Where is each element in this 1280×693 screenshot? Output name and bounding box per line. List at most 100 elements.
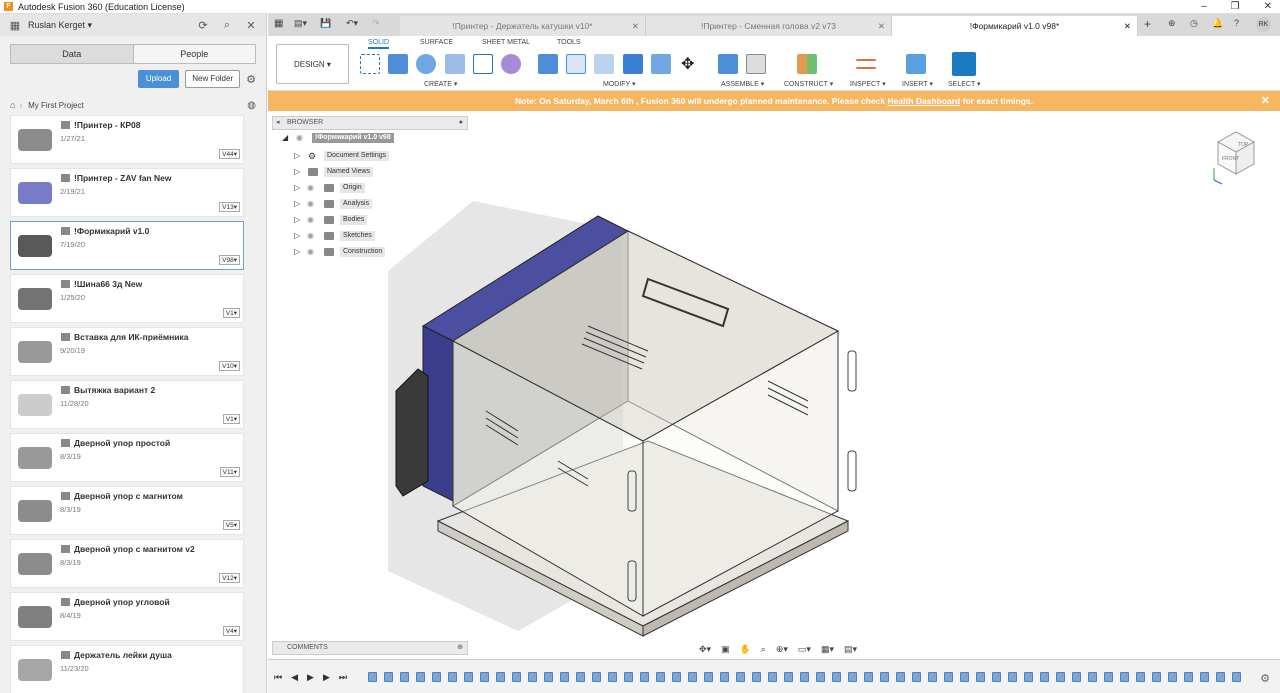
form-icon[interactable]: [501, 54, 521, 74]
timeline-feature-icon[interactable]: [1008, 672, 1017, 682]
list-item[interactable]: Дверной упор простой 8/3/19 V11▾: [10, 433, 244, 482]
timeline-feature-icon[interactable]: [400, 672, 409, 682]
timeline-feature-icon[interactable]: [1184, 672, 1193, 682]
new-folder-button[interactable]: New Folder: [185, 70, 241, 88]
tab-tools[interactable]: TOOLS: [557, 39, 581, 46]
inspect-menu[interactable]: INSPECT ▾: [850, 80, 886, 88]
health-dashboard-link[interactable]: Health Dashboard: [888, 96, 961, 106]
list-item[interactable]: Дверной упор угловой 8/4/19 V4▾: [10, 592, 244, 641]
timeline-feature-icon[interactable]: [640, 672, 649, 682]
expand-arrow-icon[interactable]: ▷: [294, 212, 300, 228]
timeline-feature-icon[interactable]: [560, 672, 569, 682]
expand-arrow-icon[interactable]: ▷: [294, 228, 300, 244]
timeline-feature-icon[interactable]: [448, 672, 457, 682]
grid-menu-icon[interactable]: ▦: [8, 19, 22, 32]
timeline-next-icon[interactable]: ▶: [323, 672, 330, 683]
list-item[interactable]: !Формикарий v1.0 7/19/20 V98▾: [10, 221, 244, 270]
version-badge[interactable]: V1▾: [222, 308, 240, 318]
timeline-feature-icon[interactable]: [976, 672, 985, 682]
extrude-icon[interactable]: [388, 54, 408, 74]
timeline-feature-icon[interactable]: [1104, 672, 1113, 682]
expand-arrow-icon[interactable]: ▷: [294, 196, 300, 212]
doc-tab-1[interactable]: !Принтер - Держатель катушки v10* ✕: [400, 16, 646, 36]
refresh-icon[interactable]: ⟳: [196, 19, 210, 32]
insert-image-icon[interactable]: [906, 54, 926, 74]
eye-icon[interactable]: ◉: [307, 228, 314, 244]
tree-node[interactable]: ▷ ◉ Origin: [272, 180, 468, 196]
timeline-feature-icon[interactable]: [1088, 672, 1097, 682]
avatar[interactable]: RK: [1256, 17, 1271, 32]
timeline-feature-icon[interactable]: [1136, 672, 1145, 682]
pin-icon[interactable]: ●: [459, 117, 463, 129]
help-icon[interactable]: ?: [1234, 18, 1239, 28]
timeline-feature-icon[interactable]: [432, 672, 441, 682]
new-component-icon[interactable]: [718, 54, 738, 74]
timeline-feature-icon[interactable]: [800, 672, 809, 682]
look-at-icon[interactable]: ▣: [718, 644, 733, 655]
close-tab-icon[interactable]: ✕: [632, 16, 639, 36]
minimize-button[interactable]: –: [1201, 0, 1207, 14]
list-item[interactable]: Дверной упор с магнитом v2 8/3/19 V12▾: [10, 539, 244, 588]
combine-icon[interactable]: [623, 54, 643, 74]
create-menu[interactable]: CREATE ▾: [424, 80, 457, 88]
upload-button[interactable]: Upload: [137, 70, 180, 88]
viewports-icon[interactable]: ▤▾: [841, 644, 860, 655]
tree-root[interactable]: ◢ ◉ !Формикарий v1.0 v98: [272, 130, 468, 148]
construct-menu[interactable]: CONSTRUCT ▾: [784, 80, 833, 88]
expand-arrow-icon[interactable]: ▷: [294, 148, 300, 164]
pan-icon[interactable]: ✋: [737, 644, 754, 655]
timeline-feature-icon[interactable]: [592, 672, 601, 682]
tab-surface[interactable]: SURFACE: [420, 39, 453, 46]
timeline-feature-icon[interactable]: [512, 672, 521, 682]
timeline-feature-icon[interactable]: [672, 672, 681, 682]
add-comment-icon[interactable]: ⊕: [457, 642, 463, 654]
home-icon[interactable]: ⌂: [10, 100, 15, 110]
tab-data[interactable]: Data: [11, 45, 133, 63]
move-icon[interactable]: ✥: [681, 54, 694, 74]
tree-node[interactable]: ▷ ◉ Sketches: [272, 228, 468, 244]
timeline-feature-icon[interactable]: [416, 672, 425, 682]
version-badge[interactable]: V98▾: [219, 255, 240, 265]
timeline-feature-icon[interactable]: [1232, 672, 1241, 682]
joint-icon[interactable]: [746, 54, 766, 74]
list-item[interactable]: Вытяжка вариант 2 11/28/20 V1▾: [10, 380, 244, 429]
timeline-feature-icon[interactable]: [656, 672, 665, 682]
timeline-feature-icon[interactable]: [944, 672, 953, 682]
timeline-feature-icon[interactable]: [816, 672, 825, 682]
eye-icon[interactable]: ◉: [307, 212, 314, 228]
tab-people[interactable]: People: [132, 45, 255, 63]
timeline-feature-icon[interactable]: [1168, 672, 1177, 682]
globe-icon[interactable]: ◍: [247, 100, 256, 111]
timeline-feature-icon[interactable]: [832, 672, 841, 682]
close-tab-icon[interactable]: ✕: [878, 16, 885, 36]
tree-node[interactable]: ▷ ◉ Analysis: [272, 196, 468, 212]
timeline-feature-icon[interactable]: [864, 672, 873, 682]
timeline-feature-icon[interactable]: [528, 672, 537, 682]
insert-menu[interactable]: INSERT ▾: [902, 80, 933, 88]
save-icon[interactable]: 💾: [320, 18, 331, 29]
expand-arrow-icon[interactable]: ▷: [294, 244, 300, 260]
version-badge[interactable]: V4▾: [222, 626, 240, 636]
list-item[interactable]: Вставка для ИК-приёмника 9/20/19 V10▾: [10, 327, 244, 376]
version-badge[interactable]: V12▾: [219, 573, 240, 583]
doc-tab-3[interactable]: !Формикарий v1.0 v98* ✕: [892, 16, 1138, 36]
timeline-feature-icon[interactable]: [384, 672, 393, 682]
eye-icon[interactable]: ◉: [296, 130, 303, 146]
root-component-label[interactable]: !Формикарий v1.0 v98: [312, 133, 394, 143]
grid-apps-icon[interactable]: ▦: [274, 18, 283, 29]
timeline-feature-icon[interactable]: [928, 672, 937, 682]
timeline-feature-icon[interactable]: [624, 672, 633, 682]
select-icon[interactable]: [952, 52, 976, 76]
version-badge[interactable]: V10▾: [219, 361, 240, 371]
expand-arrow-icon[interactable]: ▷: [294, 180, 300, 196]
shell-icon[interactable]: [594, 54, 614, 74]
tree-node[interactable]: ▷ Named Views: [272, 164, 468, 180]
timeline-feature-icon[interactable]: [1216, 672, 1225, 682]
list-item[interactable]: Держатель лейки душа 11/23/20: [10, 645, 244, 693]
timeline-feature-icon[interactable]: [1072, 672, 1081, 682]
version-badge[interactable]: V1▾: [222, 414, 240, 424]
tree-node[interactable]: ▷ ◉ Construction: [272, 244, 468, 260]
collapse-icon[interactable]: ◢: [282, 130, 288, 146]
close-panel-icon[interactable]: ✕: [244, 19, 258, 32]
modify-menu[interactable]: MODIFY ▾: [603, 80, 636, 88]
